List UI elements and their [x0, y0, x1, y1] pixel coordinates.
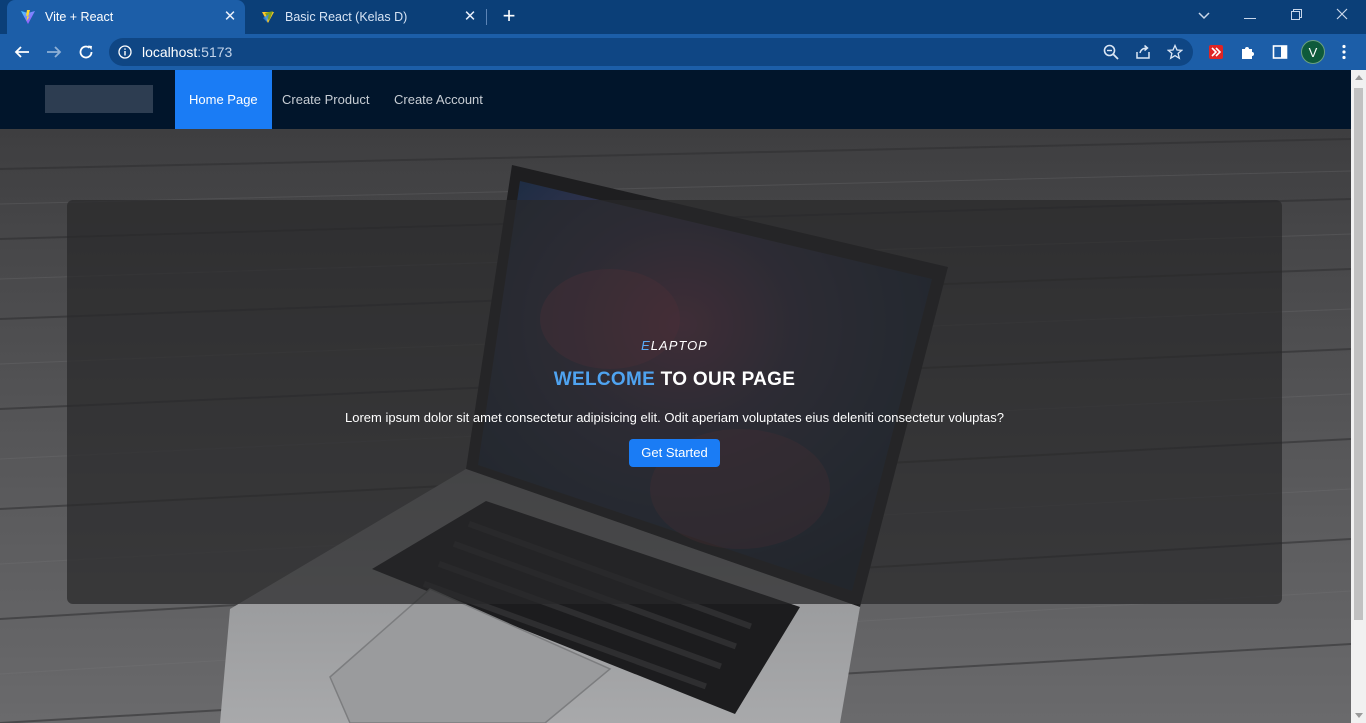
new-tab-plus-icon[interactable]: +	[497, 5, 521, 29]
site-logo-placeholder[interactable]	[45, 85, 153, 113]
close-tab-icon[interactable]: ✕	[219, 6, 241, 28]
tab-title: Basic React (Kelas D)	[285, 10, 408, 24]
forward-arrow-icon[interactable]	[41, 39, 67, 65]
tab-vite-react[interactable]: Vite + React ✕	[7, 0, 245, 34]
bookmark-star-icon[interactable]	[1165, 42, 1185, 62]
nav-create-account[interactable]: Create Account	[380, 70, 497, 129]
extensions-puzzle-icon[interactable]	[1238, 42, 1258, 62]
minimize-icon[interactable]	[1227, 0, 1273, 30]
profile-avatar[interactable]: V	[1301, 40, 1325, 64]
restore-icon[interactable]	[1273, 0, 1319, 30]
tab-basic-react[interactable]: Basic React (Kelas D) ✕	[247, 0, 485, 34]
nav-create-product[interactable]: Create Product	[268, 70, 383, 129]
scroll-down-arrow-icon[interactable]	[1355, 713, 1363, 718]
zoom-icon[interactable]	[1101, 42, 1121, 62]
close-window-icon[interactable]	[1319, 0, 1365, 30]
extension-red-icon[interactable]	[1206, 42, 1226, 62]
tab-title: Vite + React	[45, 10, 114, 24]
hero-section: ELAPTOP WELCOME TO OUR PAGE Lorem ipsum …	[0, 129, 1351, 723]
share-icon[interactable]	[1133, 42, 1153, 62]
hero-brand-logo: ELAPTOP	[641, 338, 708, 353]
address-bar[interactable]: localhost:5173	[109, 38, 1193, 66]
scrollbar-thumb[interactable]	[1354, 88, 1363, 620]
site-navbar: Home Page Create Product Create Account	[0, 70, 1351, 129]
vite-icon	[21, 10, 35, 24]
browser-toolbar: localhost:5173 V	[0, 34, 1366, 70]
hero-overlay-card: ELAPTOP WELCOME TO OUR PAGE Lorem ipsum …	[67, 200, 1282, 604]
browser-tabstrip: Vite + React ✕ Basic React (Kelas D) ✕ +	[0, 0, 1366, 34]
tab-divider	[486, 9, 487, 25]
back-arrow-icon[interactable]	[9, 39, 35, 65]
hero-headline: WELCOME TO OUR PAGE	[553, 369, 796, 390]
tab-search-chevron-icon[interactable]	[1181, 0, 1227, 30]
page-viewport: Home Page Create Product Create Account	[0, 70, 1351, 723]
scroll-up-arrow-icon[interactable]	[1355, 75, 1363, 80]
nav-home-page[interactable]: Home Page	[175, 70, 272, 129]
close-tab-icon[interactable]: ✕	[459, 6, 481, 28]
reload-icon[interactable]	[73, 39, 99, 65]
site-info-icon[interactable]	[118, 45, 132, 59]
vitest-icon	[262, 11, 274, 23]
page-scrollbar[interactable]	[1351, 70, 1366, 723]
url-text: localhost:5173	[142, 44, 233, 60]
hero-lead-text: Lorem ipsum dolor sit amet consectetur a…	[344, 410, 1004, 425]
side-panel-icon[interactable]	[1270, 42, 1290, 62]
kebab-menu-icon[interactable]	[1334, 42, 1354, 62]
get-started-button[interactable]: Get Started	[629, 439, 720, 467]
